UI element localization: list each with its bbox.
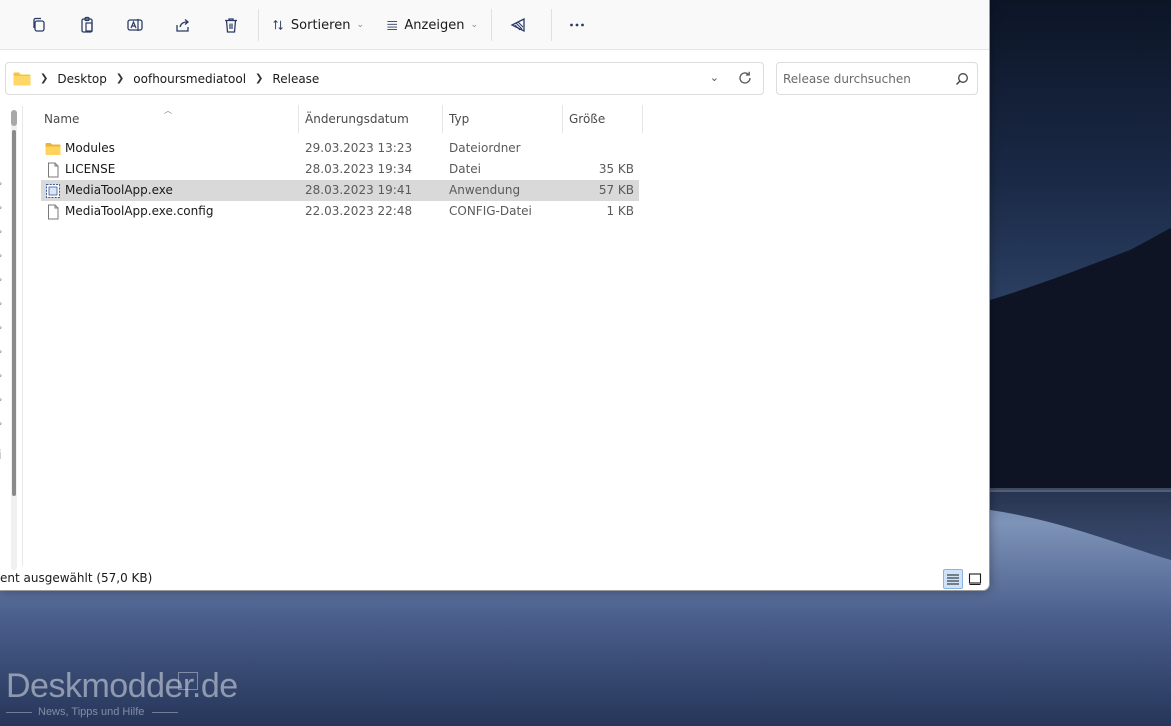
rename-icon — [127, 19, 143, 31]
copy-button[interactable] — [28, 9, 50, 41]
history-dropdown-icon[interactable]: ⌄ — [710, 71, 719, 84]
chevron-down-icon: ⌄ — [470, 20, 478, 30]
navigation-pane[interactable]: › › › › › › › › › › › i — [0, 106, 22, 570]
file-size: 57 KB — [598, 183, 634, 197]
breadcrumb-release[interactable]: Release — [272, 72, 319, 86]
file-name: MediaToolApp.exe — [65, 183, 173, 197]
expand-arrow-icon[interactable]: › — [0, 419, 2, 428]
column-header-date[interactable]: Änderungsdatum — [298, 105, 442, 133]
details-view-button[interactable] — [943, 569, 963, 589]
tiles-view-icon — [968, 573, 982, 585]
chevron-right-icon: ❯ — [255, 73, 264, 84]
expand-arrow-icon[interactable]: › — [0, 347, 2, 356]
file-icon — [48, 162, 59, 178]
watermark-tagline: News, Tipps und Hilfe — [38, 706, 145, 718]
column-header-size[interactable]: Größe — [562, 105, 642, 133]
file-size: 35 KB — [598, 162, 634, 176]
list-item[interactable]: LICENSE 28.03.2023 19:34 Datei 35 KB — [41, 159, 639, 180]
delete-button[interactable] — [220, 9, 242, 41]
file-date: 28.03.2023 19:41 — [305, 183, 413, 197]
column-divider[interactable] — [642, 105, 643, 133]
folder-icon — [13, 72, 31, 85]
view-label: Anzeigen — [404, 17, 465, 33]
expand-arrow-icon[interactable]: › — [0, 395, 2, 404]
scrollbar-thumb[interactable] — [12, 130, 16, 496]
more-options-button[interactable] — [564, 9, 590, 41]
list-item[interactable]: Modules 29.03.2023 13:23 Dateiordner — [41, 138, 639, 159]
column-header-name[interactable]: Name — [37, 105, 299, 133]
scrollbar-top — [11, 110, 17, 126]
file-date: 28.03.2023 19:34 — [305, 162, 413, 176]
file-type: Datei — [449, 162, 482, 176]
expand-arrow-icon[interactable]: › — [0, 323, 2, 332]
rename-button[interactable] — [124, 9, 146, 41]
share-button[interactable] — [172, 9, 194, 41]
sort-button[interactable]: Sortieren ⌄ — [272, 9, 364, 41]
expand-arrow-icon[interactable]: › — [0, 275, 2, 284]
paste-icon — [81, 16, 93, 33]
file-type: CONFIG-Datei — [449, 204, 532, 218]
details-view-icon — [947, 574, 959, 585]
tiles-view-button[interactable] — [965, 569, 985, 589]
expand-arrow-icon[interactable]: › — [0, 299, 2, 308]
toolbar-divider — [491, 9, 492, 41]
file-name: LICENSE — [65, 162, 116, 176]
file-explorer-window: Sortieren ⌄ Anzeigen ⌄ ❯ Desktop ❯ oofho… — [0, 0, 990, 591]
breadcrumb-desktop[interactable]: Desktop — [57, 72, 107, 86]
file-type: Dateiordner — [449, 141, 521, 155]
navigation-scrollbar[interactable] — [11, 110, 17, 570]
chevron-right-icon: ❯ — [40, 73, 49, 84]
file-date: 22.03.2023 22:48 — [305, 204, 413, 218]
file-icon — [48, 204, 59, 220]
column-headers: ︿ Name Änderungsdatum Typ Größe — [22, 105, 662, 133]
expand-arrow-icon[interactable]: › — [0, 203, 2, 212]
expand-arrow-icon[interactable]: › — [0, 251, 2, 260]
search-box[interactable] — [776, 62, 978, 95]
status-text: ent ausgewählt (57,0 KB) — [0, 571, 153, 585]
nav-item-label: i — [0, 448, 1, 462]
chevron-right-icon: ❯ — [115, 73, 125, 84]
filter-button[interactable] — [506, 9, 530, 41]
pane-divider[interactable] — [22, 106, 23, 566]
divider — [152, 712, 178, 713]
search-icon — [956, 73, 968, 85]
view-list-icon — [387, 21, 398, 30]
command-bar: Sortieren ⌄ Anzeigen ⌄ — [0, 0, 989, 50]
more-icon — [570, 23, 584, 27]
expand-arrow-icon[interactable]: › — [0, 227, 2, 236]
watermark-logo: Deskmodder.de News, Tipps und Hilfe — [6, 667, 238, 718]
trash-icon — [225, 18, 237, 33]
expand-arrow-icon[interactable]: › — [0, 179, 2, 188]
breadcrumb-oofhoursmediatool[interactable]: oofhoursmediatool — [133, 72, 246, 86]
file-name: MediaToolApp.exe.config — [65, 204, 214, 218]
share-icon — [176, 19, 190, 32]
expand-arrow-icon[interactable]: › — [0, 371, 2, 380]
list-item[interactable]: MediaToolApp.exe.config 22.03.2023 22:48… — [41, 201, 639, 222]
search-input[interactable] — [783, 71, 943, 86]
chevron-down-icon: ⌄ — [356, 20, 364, 30]
column-header-type[interactable]: Typ — [442, 105, 562, 133]
file-size: 1 KB — [606, 204, 634, 218]
refresh-icon[interactable] — [737, 70, 753, 86]
file-date: 29.03.2023 13:23 — [305, 141, 413, 155]
application-icon — [46, 184, 60, 198]
paste-button[interactable] — [76, 9, 98, 41]
divider — [6, 712, 32, 713]
file-list: Modules 29.03.2023 13:23 Dateiordner LIC… — [41, 138, 639, 222]
status-bar: ent ausgewählt (57,0 KB) — [0, 568, 989, 590]
address-bar[interactable]: ❯ Desktop ❯ oofhoursmediatool ❯ Release … — [5, 62, 764, 95]
folder-icon — [45, 143, 61, 155]
toolbar-divider — [551, 9, 552, 41]
file-name: Modules — [65, 141, 115, 155]
watermark-logo-text: Deskmodder.de — [6, 667, 238, 705]
sort-label: Sortieren — [290, 17, 351, 33]
copy-icon — [33, 17, 45, 32]
sort-icon — [273, 20, 283, 30]
file-type: Anwendung — [449, 183, 521, 197]
pencil-icon — [178, 672, 198, 690]
list-item-selected[interactable]: MediaToolApp.exe 28.03.2023 19:41 Anwend… — [41, 180, 639, 201]
toolbar-divider — [258, 9, 259, 41]
filter-icon — [510, 17, 525, 33]
view-button[interactable]: Anzeigen ⌄ — [386, 9, 478, 41]
